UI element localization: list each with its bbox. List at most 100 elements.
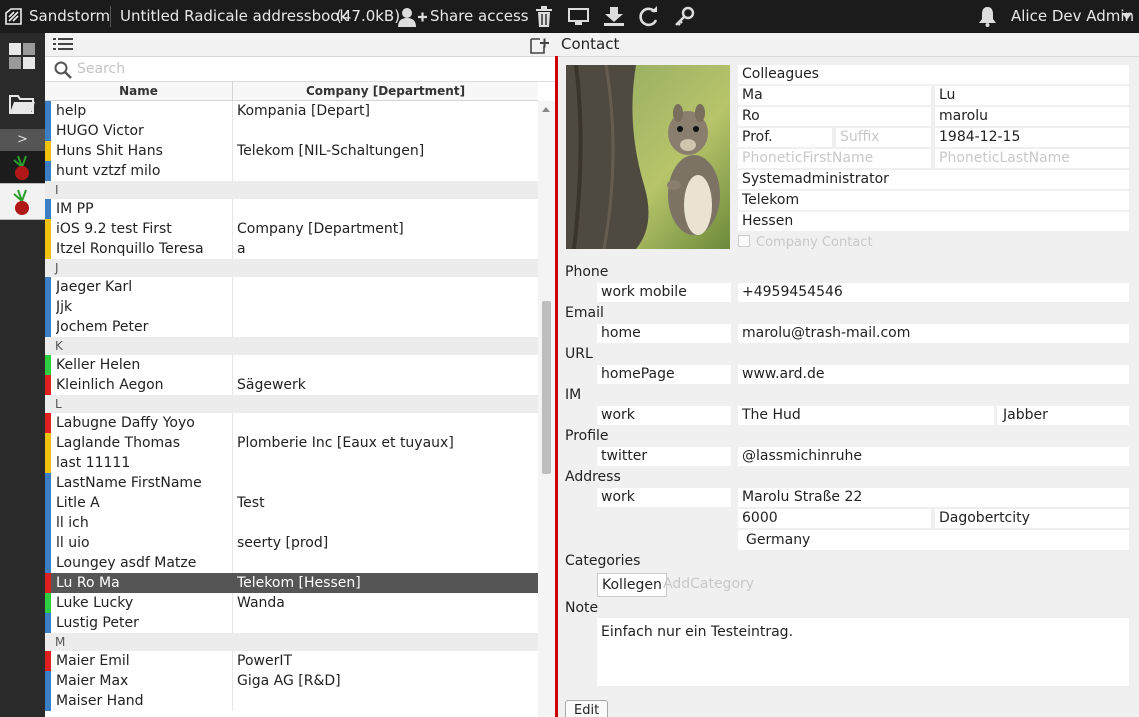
phone-value-field[interactable]: +4959454546 <box>738 283 1129 302</box>
birthday-field[interactable]: 1984-12-15 <box>935 128 1129 147</box>
table-row[interactable]: Jjk <box>45 297 538 317</box>
email-type-field[interactable]: home <box>597 324 731 343</box>
profile-type-field[interactable]: twitter <box>597 447 731 466</box>
company-contact-checkbox[interactable]: Company Contact <box>738 235 873 251</box>
checkbox-icon[interactable] <box>738 235 750 247</box>
table-row[interactable]: IM PP <box>45 199 538 219</box>
list-view-icon[interactable] <box>53 38 73 55</box>
prefix-field[interactable]: Prof. <box>738 128 832 147</box>
bell-icon[interactable] <box>978 6 997 27</box>
table-row[interactable]: Luke Lucky Wanda <box>45 593 538 613</box>
letter-group-label: J <box>55 261 59 275</box>
letter-group-header: L <box>45 395 538 413</box>
contact-name: Labugne Daffy Yoyo <box>56 415 195 431</box>
contact-name: Laglande Thomas <box>56 435 181 451</box>
table-row[interactable]: Maier Max Giga AG [R&D] <box>45 671 538 691</box>
url-value-field[interactable]: www.ard.de <box>738 365 1129 384</box>
im-type-field[interactable]: work <box>597 406 731 425</box>
job-title-field[interactable]: Systemadministrator <box>738 170 1129 189</box>
table-row[interactable]: ll ich <box>45 513 538 533</box>
table-row[interactable]: iOS 9.2 test First Company [Department] <box>45 219 538 239</box>
monitor-icon[interactable] <box>568 8 589 25</box>
category-color-bar <box>45 199 51 219</box>
table-row[interactable]: Jaeger Karl <box>45 277 538 297</box>
table-row[interactable]: last 11111 <box>45 453 538 473</box>
scrollbar[interactable] <box>538 101 555 717</box>
url-type-field[interactable]: homePage <box>597 365 731 384</box>
zip-field[interactable]: 6000 <box>738 509 931 528</box>
table-row[interactable]: Loungey asdf Matze <box>45 553 538 573</box>
download-icon[interactable] <box>604 7 624 26</box>
table-row[interactable]: help Kompania [Depart] <box>45 101 538 121</box>
nickname-field[interactable]: marolu <box>935 107 1129 126</box>
folder-icon[interactable] <box>9 93 35 119</box>
table-row[interactable]: Huns Shit Hans Telekom [NIL-Schaltungen] <box>45 141 538 161</box>
phonetic-first-name-field[interactable]: PhoneticFirstName <box>738 149 931 168</box>
add-user-icon[interactable] <box>398 7 428 27</box>
category-color-bar <box>45 533 51 553</box>
table-row[interactable]: Itzel Ronquillo Teresa a <box>45 239 538 259</box>
table-row[interactable]: Keller Helen <box>45 355 538 375</box>
add-contact-icon[interactable] <box>530 36 549 58</box>
category-color-bar <box>45 375 51 395</box>
table-row[interactable]: Labugne Daffy Yoyo <box>45 413 538 433</box>
suffix-field[interactable]: Suffix <box>836 128 931 147</box>
table-row[interactable]: hunt vztzf milo <box>45 161 538 181</box>
table-row[interactable]: Jochem Peter <box>45 317 538 337</box>
scrollbar-thumb[interactable] <box>542 301 551 474</box>
table-row[interactable]: Maier Emil PowerIT <box>45 651 538 671</box>
grid-icon[interactable] <box>9 43 35 73</box>
table-row[interactable]: HUGO Victor <box>45 121 538 141</box>
user-menu[interactable]: Alice Dev Admin <box>1011 0 1134 33</box>
trash-icon[interactable] <box>535 6 553 27</box>
address-type-field[interactable]: work <box>597 488 731 507</box>
category-color-bar <box>45 493 51 513</box>
email-value-field[interactable]: marolu@trash-mail.com <box>738 324 1129 343</box>
department-field[interactable]: Hessen <box>738 212 1129 231</box>
table-row[interactable]: Maiser Hand <box>45 691 538 711</box>
search-input[interactable] <box>77 60 537 78</box>
edit-button[interactable]: Edit <box>565 700 609 717</box>
last-name-field[interactable]: Lu <box>935 86 1129 105</box>
note-field[interactable]: Einfach nur ein Testeintrag. <box>597 618 1129 686</box>
table-row[interactable]: LastName FirstName <box>45 473 538 493</box>
street-field[interactable]: Marolu Straße 22 <box>738 488 1129 507</box>
column-divider <box>232 651 233 671</box>
add-category-input[interactable]: AddCategory <box>663 573 754 595</box>
collapse-button[interactable]: > <box>0 129 45 151</box>
app-icon[interactable] <box>0 151 45 183</box>
key-icon[interactable] <box>674 6 695 27</box>
table-row[interactable]: Litle A Test <box>45 493 538 513</box>
profile-value-field[interactable]: @lassmichinruhe <box>738 447 1129 466</box>
share-access-button[interactable]: Share access <box>430 0 529 33</box>
phonetic-last-name-field[interactable]: PhoneticLastName <box>935 149 1129 168</box>
contact-photo[interactable] <box>566 65 730 249</box>
refresh-icon[interactable] <box>638 6 659 27</box>
grain-title[interactable]: Untitled Radicale addressbook <box>120 0 348 33</box>
table-row[interactable]: Laglande Thomas Plomberie Inc [Eaux et tu… <box>45 433 538 453</box>
im-service-field[interactable]: Jabber <box>997 406 1129 425</box>
contact-company: PowerIT <box>237 653 293 669</box>
contact-detail: Colleagues Ma Lu Ro marolu Prof. Suffix … <box>558 57 1139 717</box>
table-row[interactable]: Lustig Peter <box>45 613 538 633</box>
category-tag[interactable]: Kollegen <box>597 573 667 597</box>
table-row[interactable]: Kleinlich Aegon Sägewerk <box>45 375 538 395</box>
country-field[interactable]: Germany <box>738 530 1129 550</box>
column-header-name[interactable]: Name <box>45 82 233 100</box>
phone-type-field[interactable]: work mobile <box>597 283 731 302</box>
group-field[interactable]: Colleagues <box>738 65 1129 84</box>
app-icon-active[interactable] <box>0 183 45 220</box>
scroll-up-arrow-icon[interactable] <box>542 107 550 112</box>
im-value-field[interactable]: The Hud <box>738 406 994 425</box>
table-row-selected[interactable]: Lu Ro Ma Telekom [Hessen] <box>45 573 538 593</box>
brand-label[interactable]: Sandstorm <box>29 0 110 33</box>
company-field[interactable]: Telekom <box>738 191 1129 210</box>
table-row[interactable]: ll uio seerty [prod] <box>45 533 538 553</box>
chevron-down-icon[interactable] <box>1122 13 1132 20</box>
column-header-company[interactable]: Company [Department] <box>233 82 538 100</box>
sandstorm-logo-icon[interactable] <box>5 8 22 25</box>
city-field[interactable]: Dagobertcity <box>935 509 1129 528</box>
first-name-field[interactable]: Ma <box>738 86 931 105</box>
column-divider <box>232 473 233 493</box>
middle-name-field[interactable]: Ro <box>738 107 931 126</box>
